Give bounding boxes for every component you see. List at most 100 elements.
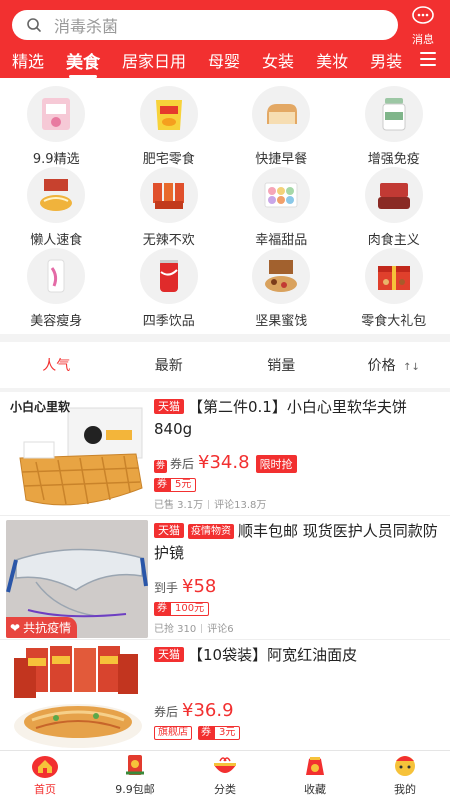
price-value: ¥58: [182, 576, 216, 597]
coupon-tag[interactable]: 券 100元: [154, 602, 210, 616]
coupon-tag[interactable]: 券 5元: [154, 478, 197, 492]
product-image: ❤ 共抗疫情: [6, 520, 148, 638]
bottom-nav: 首页 9.9包邮 分类 收藏 我的: [0, 750, 450, 800]
message-label: 消息: [412, 33, 434, 46]
product-info: 天猫 【10袋装】阿宽红油面皮: [154, 644, 440, 666]
beauty-drink-icon: [27, 248, 86, 304]
sort-popularity[interactable]: 人气: [0, 355, 113, 375]
search-icon: [27, 18, 41, 32]
subcategory-item[interactable]: 9.9精选: [0, 86, 113, 167]
product-title: 天猫 【第二件0.1】小白心里软华夫饼840g: [154, 396, 440, 440]
nav-free-shipping[interactable]: 9.9包邮: [90, 751, 180, 800]
currency-symbol: ¥: [182, 576, 194, 597]
nav-mine[interactable]: 我的: [360, 751, 450, 800]
coupon-key: 券: [198, 726, 214, 740]
subcategory-label: 9.9精选: [32, 152, 80, 167]
review-count: 评论6: [207, 624, 234, 635]
subcategory-label: 零食大礼包: [361, 314, 427, 329]
fortune-bag-icon: [306, 757, 324, 775]
subcategory-item[interactable]: 增强免疫: [338, 86, 450, 167]
subcategory-label: 无辣不欢: [142, 233, 195, 248]
nav-category-label: 分类: [214, 783, 236, 796]
tab-baby[interactable]: 母婴: [208, 48, 240, 72]
price-line: 劵 券后 ¥34.8 限时抢: [154, 452, 297, 473]
nav-home[interactable]: 首页: [0, 751, 90, 800]
home-icon: [32, 756, 58, 778]
menu-icon[interactable]: [420, 52, 436, 66]
coupon-tag[interactable]: 旗舰店 券 3元: [154, 726, 241, 740]
subcategory-label: 懒人速食: [30, 233, 83, 248]
product-card[interactable]: ❤ 共抗疫情 天猫 疫情物资 顺丰包邮 现货医护人员同款防护镜 到手 ¥58 券 10…: [0, 516, 450, 640]
price-value: ¥34.8: [198, 452, 250, 473]
nav-category[interactable]: 分类: [180, 751, 270, 800]
meat-icon: [364, 167, 423, 223]
coupon-key: 券: [154, 478, 170, 492]
price-label: 券后: [154, 705, 179, 719]
price-line: 到手 ¥58: [154, 576, 216, 597]
platform-badge: 天猫: [154, 647, 184, 662]
coupon-value: 5元: [170, 478, 197, 492]
product-title-text: 【第二件0.1】小白心里软华夫饼840g: [154, 398, 407, 438]
coupon-value: 100元: [170, 602, 210, 616]
product-card[interactable]: 天猫 【10袋装】阿宽红油面皮 券后 ¥36.9 旗舰店 券 3元: [0, 640, 450, 760]
product-image: 小白心里软: [6, 396, 148, 514]
tab-household[interactable]: 居家日用: [122, 48, 186, 72]
subcategory-item[interactable]: 无辣不欢: [113, 167, 226, 248]
tab-womens-wear[interactable]: 女装: [262, 48, 294, 72]
subcategory-label: 快捷早餐: [255, 152, 308, 167]
sort-sales[interactable]: 销量: [225, 355, 338, 375]
subcategory-item[interactable]: 幸福甜品: [225, 167, 338, 248]
platform-badge: 天猫: [154, 523, 184, 538]
platform-badge: 天猫: [154, 399, 184, 414]
search-bar[interactable]: 消毒杀菌: [12, 10, 398, 40]
product-image: [6, 644, 148, 752]
subcategory-item[interactable]: 零食大礼包: [338, 248, 450, 329]
coupon-value: 3元: [214, 726, 241, 740]
message-button[interactable]: 消息: [406, 6, 440, 47]
campaign-ribbon-text: 共抗疫情: [23, 621, 72, 635]
subcategory-label: 四季饮品: [142, 314, 195, 329]
sort-price-label: 价格: [367, 358, 396, 374]
nuts-icon: [252, 248, 311, 304]
snack-pack-icon: [27, 86, 86, 142]
nav-favorites[interactable]: 收藏: [270, 751, 360, 800]
tab-beauty[interactable]: 美妆: [316, 48, 348, 72]
subcategory-item[interactable]: 四季饮品: [113, 248, 226, 329]
campaign-ribbon: ❤ 共抗疫情: [6, 617, 78, 638]
price-label: 到手: [154, 581, 179, 595]
currency-symbol: ¥: [198, 452, 210, 473]
review-count: 评论13.8万: [214, 500, 267, 511]
red-envelope-icon: [126, 755, 144, 775]
message-icon: [412, 6, 434, 24]
sold-count: 已抢 310: [154, 624, 197, 635]
subcategory-grid: 9.9精选 肥宅零食 快捷早餐 增强免疫 懒人速食 无辣不欢 幸福甜品 肉食主义…: [0, 78, 450, 334]
tab-mens-wear[interactable]: 男装: [370, 48, 402, 72]
coupon-badge-icon: 劵: [154, 460, 168, 473]
spicy-snack-icon: [139, 167, 198, 223]
price-line: 券后 ¥36.9: [154, 700, 234, 721]
subcategory-item[interactable]: 美容瘦身: [0, 248, 113, 329]
tab-food[interactable]: 美食: [66, 48, 100, 78]
sold-count: 已售 3.1万: [154, 500, 204, 511]
price-label: 券后: [170, 457, 195, 471]
subcategory-item[interactable]: 肥宅零食: [113, 86, 226, 167]
product-title-text: 【10袋装】阿宽红油面皮: [188, 646, 358, 664]
subcategory-item[interactable]: 快捷早餐: [225, 86, 338, 167]
tab-featured[interactable]: 精选: [12, 48, 44, 72]
subcategory-item[interactable]: 肉食主义: [338, 167, 450, 248]
nav-favorites-label: 收藏: [304, 783, 326, 796]
price-amount: 36.9: [193, 700, 234, 721]
sort-newest[interactable]: 最新: [113, 355, 226, 375]
cola-can-icon: [139, 248, 198, 304]
epidemic-tag: 疫情物资: [188, 524, 234, 539]
sort-bar: 人气 最新 销量 价格 ↑↓: [0, 342, 450, 388]
product-stats: 已抢 310 评论6: [154, 620, 234, 635]
mascot-icon: [395, 756, 415, 776]
subcategory-item[interactable]: 懒人速食: [0, 167, 113, 248]
product-card[interactable]: 小白心里软 天猫 【第二件0.1】小白心里软华夫饼840g 劵 券后 ¥34.8 …: [0, 392, 450, 516]
subcategory-label: 幸福甜品: [255, 233, 308, 248]
product-stats: 已售 3.1万 评论13.8万: [154, 496, 266, 511]
subcategory-label: 美容瘦身: [30, 314, 83, 329]
sort-price[interactable]: 价格 ↑↓: [338, 355, 450, 375]
subcategory-item[interactable]: 坚果蜜饯: [225, 248, 338, 329]
